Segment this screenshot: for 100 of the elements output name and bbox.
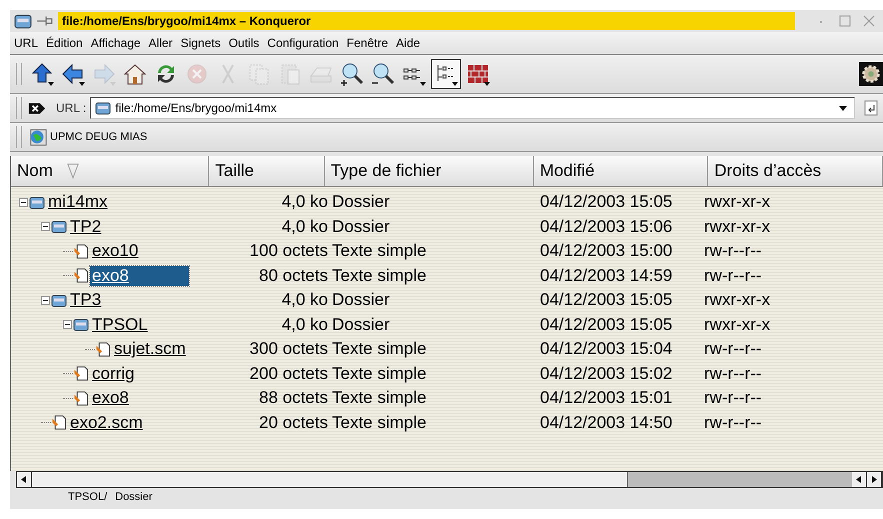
type-cell-text: Dossier — [332, 290, 391, 310]
menu-item[interactable]: Affichage — [90, 36, 141, 50]
permissions-cell-text: rw-r--r-- — [704, 364, 763, 384]
permissions-cell-text: rw-r--r-- — [704, 241, 763, 262]
horizontal-scrollbar[interactable] — [16, 471, 883, 488]
zoom-in-icon — [339, 61, 365, 87]
folder-icon — [51, 292, 67, 308]
name-header[interactable]: Nom — [11, 156, 210, 186]
globe-icon — [28, 127, 48, 147]
size-cell-text: 100 octets — [248, 241, 329, 262]
modified-cell-text: 04/12/2003 15:01 — [539, 388, 674, 408]
bookmark-button[interactable]: UPMC DEUG MIAS — [28, 127, 148, 147]
permissions-cell-text: rw-r--r-- — [704, 388, 763, 408]
folder-icon — [29, 194, 45, 210]
collapse-toggle-icon[interactable] — [63, 320, 72, 330]
folder-icon — [73, 317, 89, 332]
menu-item[interactable]: Configuration — [267, 36, 339, 50]
permissions-header[interactable]: Droits d’accès — [708, 156, 883, 186]
modified-cell-text: 04/12/2003 15:06 — [539, 216, 674, 237]
file-name-link[interactable]: corrig — [90, 364, 137, 384]
status-text: Dossier — [115, 491, 152, 505]
file-name-link[interactable]: exo8 — [90, 266, 189, 286]
folder-icon — [95, 101, 112, 115]
type-cell-text: Dossier — [332, 216, 391, 237]
permissions-cell-text: rw-r--r-- — [704, 266, 763, 286]
menu-item[interactable]: Aller — [148, 36, 173, 50]
type-cell-text: Texte simple — [332, 241, 428, 262]
file-name-link[interactable]: exo10 — [90, 241, 140, 262]
document-icon — [73, 244, 89, 259]
url-field[interactable]: file:/home/Ens/brygoo/mi14mx — [115, 101, 832, 115]
file-name-link[interactable]: sujet.scm — [112, 339, 188, 360]
modified-cell-text: 04/12/2003 15:05 — [539, 314, 674, 335]
modified-cell-text: 04/12/2003 15:02 — [539, 364, 674, 384]
type-cell-text: Texte simple — [332, 412, 428, 433]
location-combo-box[interactable]: file:/home/Ens/brygoo/mi14mx — [90, 97, 855, 119]
type-header[interactable]: Type de fichier — [324, 156, 534, 186]
url-label: URL : — [56, 101, 86, 115]
size-header[interactable]: Taille — [209, 156, 325, 186]
size-cell-text: 300 octets — [248, 339, 329, 360]
menu-item[interactable]: URL — [14, 36, 38, 50]
clear-location-icon[interactable] — [28, 102, 46, 114]
dropdown-arrow-icon[interactable] — [838, 103, 848, 113]
toolbar-button[interactable] — [431, 59, 461, 89]
size-cell-text: 88 octets — [258, 388, 329, 408]
menu-item[interactable]: Édition — [46, 36, 83, 50]
collapse-toggle-icon[interactable] — [19, 198, 28, 207]
back-arrow-icon — [60, 61, 86, 87]
type-cell-text: Texte simple — [332, 388, 428, 408]
document-icon — [73, 390, 89, 406]
modified-cell-text: 04/12/2003 14:59 — [539, 266, 674, 286]
file-name-link[interactable]: exo8 — [90, 388, 131, 408]
collapse-toggle-icon[interactable] — [41, 296, 50, 305]
menu-item[interactable]: Signets — [180, 36, 221, 50]
document-icon — [95, 342, 111, 357]
file-name-link[interactable]: TP2 — [68, 216, 104, 237]
type-cell-text: Dossier — [332, 314, 391, 335]
scroll-right-icon[interactable] — [867, 472, 882, 487]
modified-cell-text: 04/12/2003 15:04 — [539, 339, 674, 360]
size-cell-text: 80 octets — [258, 266, 329, 286]
modified-cell-text: 04/12/2003 15:05 — [539, 192, 674, 212]
file-name-link[interactable]: TP3 — [68, 290, 104, 310]
file-name-link[interactable]: TPSOL — [90, 314, 150, 335]
menu-item[interactable]: Fenêtre — [346, 36, 388, 50]
folder-icon — [51, 219, 67, 234]
zoom-out-icon — [370, 61, 396, 87]
modified-cell-text: 04/12/2003 14:50 — [539, 412, 674, 433]
size-cell-text: 4,0 ko — [280, 314, 329, 335]
modified-cell-text: 04/12/2003 15:00 — [539, 241, 674, 262]
sort-indicator-icon — [66, 162, 79, 180]
up-arrow-icon — [29, 61, 55, 87]
file-name-link[interactable]: exo2.scm — [68, 412, 145, 433]
document-icon — [51, 415, 67, 430]
go-icon[interactable] — [863, 99, 879, 117]
window-title: file:/home/Ens/brygoo/mi14mx – Konqueror — [58, 12, 795, 30]
file-name-link[interactable]: mi14mx — [46, 192, 110, 212]
modified-header[interactable]: Modifié — [534, 156, 708, 186]
menu-item[interactable]: Aide — [396, 36, 420, 50]
modified-cell-text: 04/12/2003 15:05 — [539, 290, 674, 310]
permissions-cell-text: rw-r--r-- — [704, 412, 763, 433]
size-cell-text: 4,0 ko — [280, 216, 329, 237]
size-cell-text: 20 octets — [258, 412, 329, 433]
size-cell-text: 4,0 ko — [280, 192, 329, 212]
permissions-cell-text: rwxr-xr-x — [704, 314, 772, 335]
scroll-left-icon[interactable] — [17, 472, 32, 487]
folder-icon — [14, 13, 32, 29]
scroll-left-icon[interactable] — [852, 472, 867, 487]
permissions-cell-text: rwxr-xr-x — [704, 216, 772, 237]
size-cell-text: 4,0 ko — [280, 290, 329, 310]
size-cell-text: 200 octets — [248, 364, 329, 384]
permissions-cell-text: rwxr-xr-x — [704, 192, 772, 212]
gear-icon[interactable] — [859, 62, 883, 86]
permissions-cell-text: rw-r--r-- — [704, 339, 763, 360]
collapse-toggle-icon[interactable] — [41, 222, 50, 232]
permissions-cell-text: rwxr-xr-x — [704, 290, 772, 310]
type-cell-text: Texte simple — [332, 339, 428, 360]
menu-item[interactable]: Outils — [228, 36, 260, 50]
type-cell-text: Dossier — [332, 192, 391, 212]
status-text: TPSOL/ — [68, 491, 108, 505]
type-cell-text: Texte simple — [332, 364, 428, 384]
type-cell-text: Texte simple — [332, 266, 428, 286]
